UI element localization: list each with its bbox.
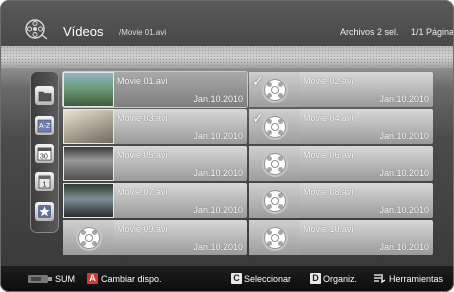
file-item[interactable]: Movie 08.avi Jan.10.2010 xyxy=(249,183,433,218)
header: Vídeos /Movie 01.avi Archivos 2 sel. 1/1… xyxy=(0,0,454,46)
file-item[interactable]: ✓ Movie 04.avi Jan.10.2010 xyxy=(249,109,433,144)
file-item-name: Movie 07.avi xyxy=(117,187,168,197)
rail-date-view[interactable]: 30 xyxy=(35,144,54,163)
video-thumbnail xyxy=(63,109,114,144)
file-item-name: Movie 05.avi xyxy=(117,150,168,160)
file-item-date: Jan.10.2010 xyxy=(379,242,429,252)
media-browser-screen: Vídeos /Movie 01.avi Archivos 2 sel. 1/1… xyxy=(0,0,454,292)
file-item-date: Jan.10.2010 xyxy=(193,94,243,104)
rail-month-view[interactable]: 1 xyxy=(35,172,54,191)
video-thumbnail xyxy=(63,146,114,181)
app-title: Vídeos xyxy=(63,24,104,39)
file-item[interactable]: Movie 03.avi Jan.10.2010 xyxy=(63,109,247,144)
video-reel-icon xyxy=(249,183,300,218)
checkmark-icon: ✓ xyxy=(252,110,264,126)
file-item-date: Jan.10.2010 xyxy=(193,205,243,215)
rail-title-view[interactable]: A-Z xyxy=(35,116,54,135)
file-item-name: Movie 03.avi xyxy=(117,113,168,123)
file-item[interactable]: Movie 07.avi Jan.10.2010 xyxy=(63,183,247,218)
month-icon: 1 xyxy=(38,175,51,189)
change-device-button[interactable]: Cambiar dispo. xyxy=(101,274,162,284)
video-reel-icon xyxy=(249,146,300,181)
file-item-name: Movie 01.avi xyxy=(117,76,168,86)
film-folder-icon xyxy=(25,19,48,40)
file-grid: Movie 01.avi Jan.10.2010 ✓ Movie 02.avi Jan.… xyxy=(63,72,443,262)
file-item[interactable]: Movie 01.avi Jan.10.2010 xyxy=(63,72,247,107)
footer-key-guide: SUM A Cambiar dispo. C Seleccionar D Org… xyxy=(0,266,454,292)
folder-icon xyxy=(38,91,51,101)
file-item-date: Jan.10.2010 xyxy=(379,94,429,104)
rail-favorite-view[interactable] xyxy=(35,202,54,221)
page-indicator: 1/1 Página xyxy=(411,27,454,37)
current-file-name: /Movie 01.avi xyxy=(119,28,167,37)
file-item-name: Movie 02.avi xyxy=(303,76,354,86)
video-reel-icon xyxy=(249,220,300,255)
file-item[interactable]: Movie 10.avi Jan.10.2010 xyxy=(249,220,433,255)
file-item-name: Movie 08.avi xyxy=(303,187,354,197)
file-item-date: Jan.10.2010 xyxy=(379,168,429,178)
file-item[interactable]: Movie 06.avi Jan.10.2010 xyxy=(249,146,433,181)
tools-icon xyxy=(374,274,386,284)
organize-button[interactable]: Organiz. xyxy=(323,274,357,284)
file-item-date: Jan.10.2010 xyxy=(193,242,243,252)
video-thumbnail xyxy=(63,72,114,107)
calendar-icon: 30 xyxy=(37,147,52,161)
c-key-icon: C xyxy=(231,273,242,284)
file-item-name: Movie 04.avi xyxy=(303,113,354,123)
selection-count: Archivos 2 sel. xyxy=(340,27,399,37)
file-item[interactable]: Movie 05.avi Jan.10.2010 xyxy=(63,146,247,181)
file-item[interactable]: Movie 09.avi Jan.10.2010 xyxy=(63,220,247,255)
rail-folder-view[interactable] xyxy=(35,86,54,105)
star-icon xyxy=(38,205,51,218)
select-button[interactable]: Seleccionar xyxy=(244,274,291,284)
file-item[interactable]: ✓ Movie 02.avi Jan.10.2010 xyxy=(249,72,433,107)
file-item-date: Jan.10.2010 xyxy=(193,131,243,141)
file-item-date: Jan.10.2010 xyxy=(379,205,429,215)
file-item-name: Movie 06.avi xyxy=(303,150,354,160)
video-reel-icon xyxy=(63,220,114,255)
usb-device-icon xyxy=(28,275,52,283)
file-item-name: Movie 10.avi xyxy=(303,224,354,234)
alphabet-icon: A-Z xyxy=(37,119,52,132)
rail-title-label: A-Z xyxy=(39,123,51,130)
a-key-icon: A xyxy=(87,273,98,284)
file-item-name: Movie 09.avi xyxy=(117,224,168,234)
device-name: SUM xyxy=(55,274,75,284)
file-item-date: Jan.10.2010 xyxy=(193,168,243,178)
rail-month-label: 1 xyxy=(43,182,47,189)
video-thumbnail xyxy=(63,183,114,218)
tools-button[interactable]: Herramientas xyxy=(389,274,443,284)
rail-date-label: 30 xyxy=(40,154,48,161)
view-mode-rail: A-Z 30 1 xyxy=(31,72,58,232)
file-item-date: Jan.10.2010 xyxy=(379,131,429,141)
d-key-icon: D xyxy=(310,273,321,284)
header-divider-band xyxy=(0,46,454,68)
checkmark-icon: ✓ xyxy=(252,73,264,89)
